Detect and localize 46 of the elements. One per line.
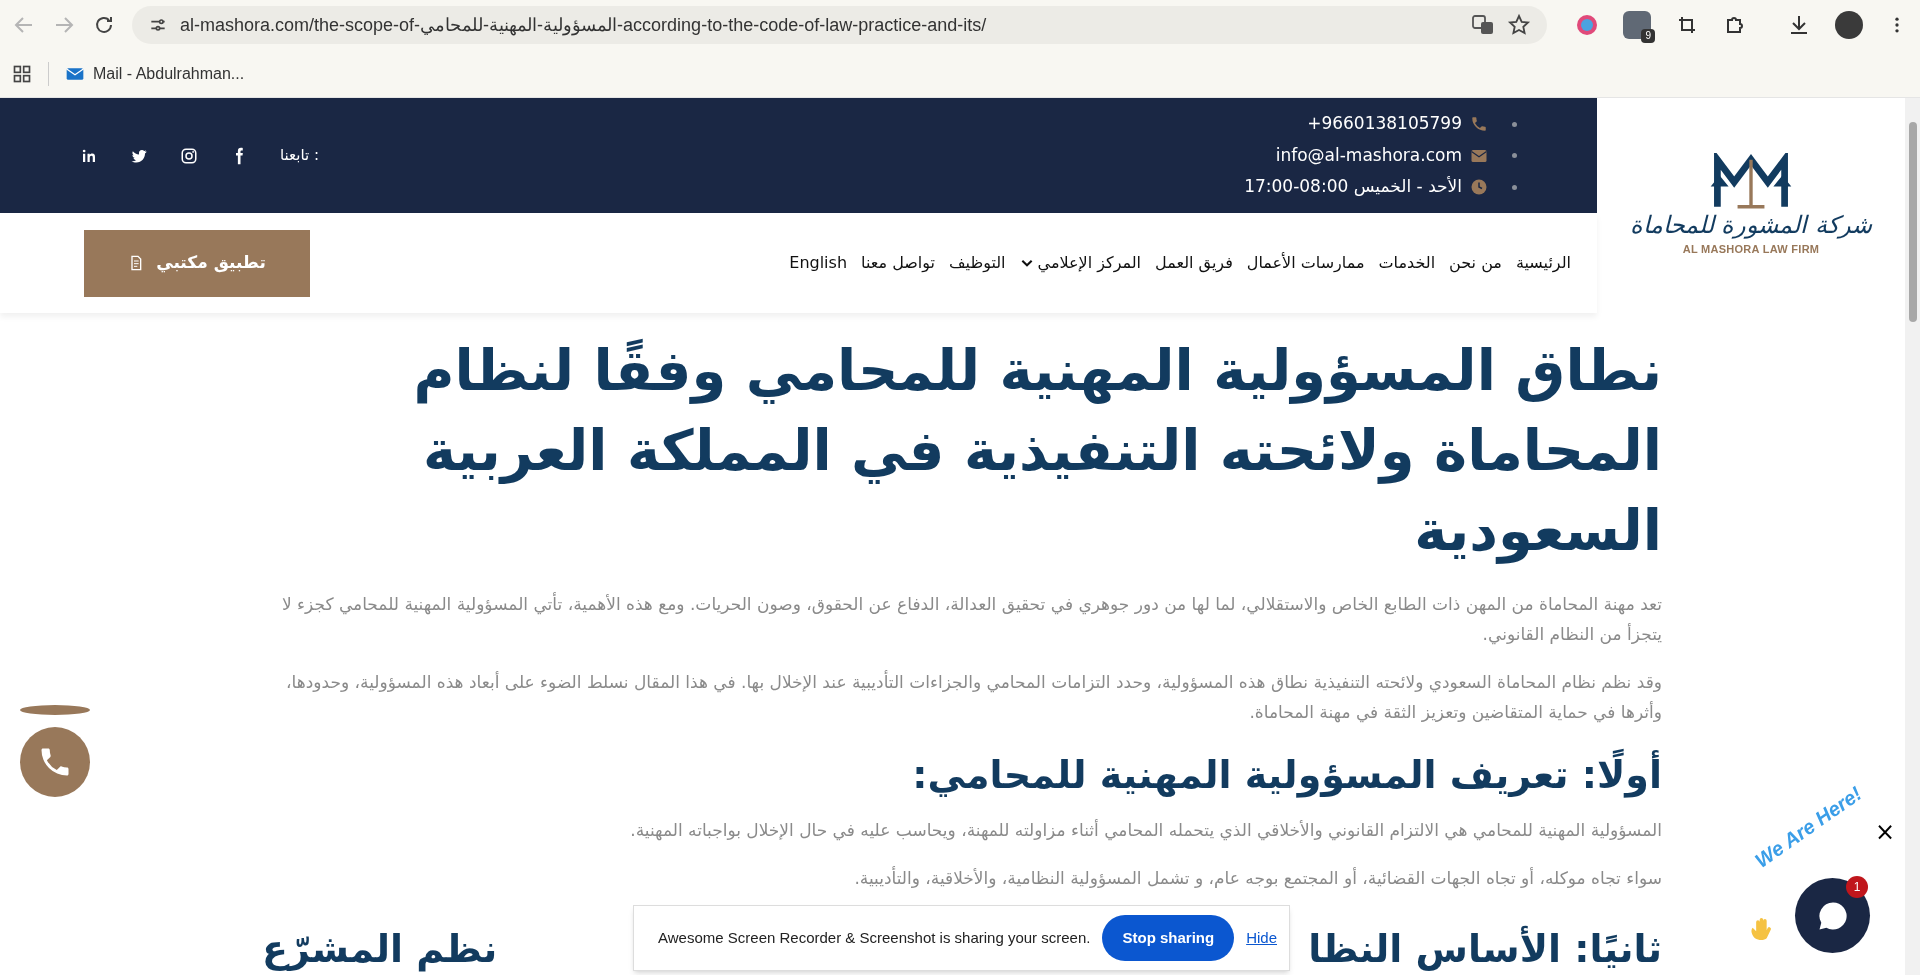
nav-link[interactable]: English (789, 251, 848, 275)
contact-text: +9660138105799 (1307, 112, 1462, 136)
translate-icon[interactable] (1471, 13, 1495, 37)
bookmark[interactable]: Mail - Abdulrahman... (65, 61, 245, 86)
phone-icon (1470, 115, 1488, 133)
section-heading: أولًا: تعريف المسؤولية المهنية للمحامي: (262, 745, 1662, 805)
contact-text: info@al-mashora.com (1275, 143, 1462, 167)
article-title: نطاق المسؤولية المهنية للمحامي وفقًا لنظام المحاماة ولائحته التنفيذية في المملكة العربية السعودية (412, 337, 1662, 566)
nav-link[interactable]: التوظيف (949, 251, 1006, 275)
article-paragraph: سواء تجاه موكله، أو تجاه الجهات القضائية، أو المجتمع بوجه عام، و تشمل المسؤولية النظامية، والأخلاقية، والتأديبية. (853, 865, 1662, 891)
star-icon[interactable] (1507, 13, 1531, 37)
article-paragraph: وقد نظم نظام المحاماة السعودي ولائحته التنفيذية نطاق هذه المسؤولية، وحدد التزامات المحامي والجزاءات التأديبية عند الإخلال بها. في هذا المقال نسلط الضوء على أبعاد هذه المسؤولية، وحدودها، وأثرها في حماية المتقاضين وتعزيز الثقة في مهنة المحاماة. (285, 669, 1662, 725)
app-button[interactable]: تطبيق مكتبي (84, 229, 310, 297)
bullet (1512, 153, 1517, 158)
nav-link[interactable]: الخدمات (1378, 251, 1436, 275)
clock-icon (1470, 178, 1488, 196)
section-heading: نظم المشرّع (262, 926, 498, 974)
contact-text: الأحد - الخميس 08:00-17:00 (1244, 175, 1462, 199)
bullet (1512, 121, 1517, 127)
color-picker-icon[interactable] (1575, 13, 1599, 37)
share-message: Awesome Screen Recorder & Screenshot is sharing your screen. (658, 927, 1091, 948)
stop-sharing-button[interactable]: Stop sharing (1102, 915, 1235, 961)
scrollbar[interactable] (1905, 98, 1920, 975)
nav-link[interactable]: المركز الإعلامي (1019, 251, 1142, 275)
nav-link[interactable]: فريق العمل (1155, 251, 1233, 275)
follow-label: تابعنا : (280, 145, 320, 167)
nav-link[interactable]: من نحن (1449, 251, 1502, 275)
apps-grid-icon[interactable] (12, 63, 32, 84)
hide-link[interactable]: Hide (1246, 926, 1277, 950)
notification-badge: 1 (1846, 876, 1868, 898)
extension-badge: 9 (1641, 29, 1655, 43)
article-paragraph: تعد مهنة المحاماة من المهن ذات الطابع الخاص والاستقلالي، لما لها من دور جوهري في تحقيق العدالة، الدفاع عن الحقوق، وصون الحريات. ومع هذه الأهمية، تأتي المسؤولية المهنية للمحامي كجزء لا يتجزأ من النظام القانوني. (280, 591, 1662, 647)
url-text: al-mashora.com/the-scope-of-المسؤولية-المهنية-للمحامي-according-to-the-code-of-law-practice-and-its/ (180, 13, 988, 38)
avatar[interactable] (1835, 11, 1863, 39)
logo-arabic-text: شركة المشورة للمحاماة (1629, 213, 1873, 238)
section-heading: ثانيًا: الأساس النظا (1308, 924, 1662, 973)
close-button[interactable]: × (1875, 820, 1896, 844)
nav-link[interactable]: الرئيسية (1515, 251, 1571, 275)
logo-english-text: AL MASHORA LAW FIRM (1682, 242, 1820, 258)
instagram-icon[interactable] (180, 146, 198, 165)
bullet (1512, 184, 1517, 190)
button-shadow (20, 705, 90, 715)
nav-link[interactable]: تواصل معنا (861, 251, 935, 275)
nav-link[interactable]: ممارسات الأعمال (1246, 251, 1365, 275)
article-paragraph: المسؤولية المهنية للمحامي هي الالتزام القانوني والأخلاقي الذي يتحمله المحامي أثناء مزاولته للمهنة، ويحاسب عليه في حال الإخلال بواجباته المهنية. (629, 818, 1662, 843)
address-bar[interactable]: al-mashora.com/the-scope-of-المسؤولية-المهنية-للمحامي-according-to-the-code-of-law-practice-and-its/ (132, 6, 1547, 44)
